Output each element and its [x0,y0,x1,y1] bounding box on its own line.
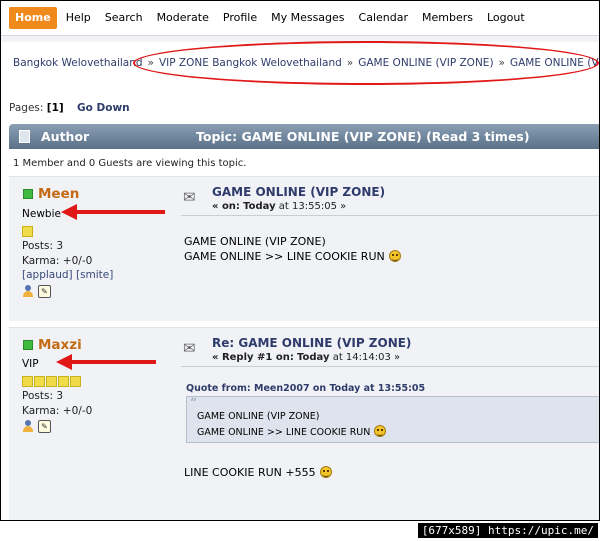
go-down-link[interactable]: Go Down [77,102,130,114]
nav-members[interactable]: Members [415,7,480,29]
topic-header-bar: Author Topic: GAME ONLINE (VIP ZONE) (Re… [9,124,599,149]
post-content: ✉ Re: GAME ONLINE (VIP ZONE) « Reply #1 … [173,328,599,520]
topic-title: Topic: GAME ONLINE (VIP ZONE) (Read 3 ti… [196,129,530,144]
star-icon [34,376,45,387]
poster-actions: ✎ [22,285,51,298]
author-column-title: Author [41,129,90,144]
annotation-ellipse [133,41,599,85]
watermark-bar: [677x589] https://upic.me/ [0,521,600,541]
profile-icon[interactable] [22,420,35,433]
nav-moderate[interactable]: Moderate [150,7,216,29]
online-status-icon [23,340,33,350]
nav-my-messages[interactable]: My Messages [264,7,351,29]
breadcrumb-link-board[interactable]: Bangkok Welovethailand [13,57,143,69]
pagination: Pages: [1] Go Down [9,102,130,114]
message-icon[interactable]: ✎ [38,285,51,298]
browser-frame: Home Help Search Moderate Profile My Mes… [0,0,600,521]
poster-name[interactable]: Meen [23,186,79,202]
post-body-line: GAME ONLINE >> LINE COOKIE RUN [184,250,401,263]
post-divider [181,366,599,367]
post: Maxzi VIP Posts: 3 Karma: +0/-0 ✎ ✉ Re: … [9,327,599,520]
laugh-smiley-icon [319,466,332,478]
document-icon [19,130,30,143]
post-meta: « Reply #1 on: Today at 14:14:03 » [212,352,401,363]
karma: Karma: +0/-0 [22,255,93,267]
post-icon: ✉ [183,339,196,357]
current-page: [1] [46,102,64,114]
star-icon [58,376,69,387]
post-icon: ✉ [183,188,196,206]
post-count: Posts: 3 [22,240,63,252]
quote-mark-icon: “ [190,396,198,412]
quote-line: GAME ONLINE (VIP ZONE) [197,411,320,422]
poster-name[interactable]: Maxzi [23,337,82,353]
member-rank: VIP [22,358,39,370]
viewers-info: 1 Member and 0 Guests are viewing this t… [13,158,247,169]
post: Meen Newbie Posts: 3 Karma: +0/-0 [appla… [9,176,599,321]
star-icon [46,376,57,387]
star-icon [22,226,33,237]
post-body-line: GAME ONLINE (VIP ZONE) [184,235,326,248]
quote-block: “ GAME ONLINE (VIP ZONE) GAME ONLINE >> … [186,396,599,443]
annotation-arrow [61,204,165,220]
quote-header[interactable]: Quote from: Meen2007 on Today at 13:55:0… [186,383,425,394]
post-meta: « on: Today at 13:55:05 » [212,201,347,212]
nav-help[interactable]: Help [59,7,98,29]
message-icon[interactable]: ✎ [38,420,51,433]
online-status-icon [23,189,33,199]
watermark-text: [677x589] https://upic.me/ [417,523,598,538]
nav-search[interactable]: Search [98,7,150,29]
post-body-line: LINE COOKIE RUN +555 [184,466,332,479]
profile-icon[interactable] [22,285,35,298]
post-divider [181,215,599,216]
post-subject[interactable]: GAME ONLINE (VIP ZONE) [212,185,385,199]
nav-profile[interactable]: Profile [216,7,264,29]
karma: Karma: +0/-0 [22,405,93,417]
smiley-icon [374,425,387,437]
post-subject[interactable]: Re: GAME ONLINE (VIP ZONE) [212,336,411,350]
nav-calendar[interactable]: Calendar [352,7,415,29]
nav-logout[interactable]: Logout [480,7,532,29]
quote-line: GAME ONLINE >> LINE COOKIE RUN [197,425,387,438]
smiley-icon [388,250,401,262]
star-icon [22,376,33,387]
poster-actions: ✎ [22,420,51,433]
pages-label: Pages: [9,102,44,114]
annotation-arrow [56,354,156,370]
star-icon [70,376,81,387]
rank-stars [22,226,33,237]
member-rank: Newbie [22,208,61,220]
poster-info: Meen Newbie Posts: 3 Karma: +0/-0 [appla… [9,177,169,321]
post-content: ✉ GAME ONLINE (VIP ZONE) « on: Today at … [173,177,599,321]
top-navigation: Home Help Search Moderate Profile My Mes… [9,7,532,29]
nav-home[interactable]: Home [9,7,57,29]
rank-stars [22,376,81,387]
poster-info: Maxzi VIP Posts: 3 Karma: +0/-0 ✎ [9,328,169,520]
post-count: Posts: 3 [22,390,63,402]
karma-links[interactable]: [applaud] [smite] [22,269,113,281]
